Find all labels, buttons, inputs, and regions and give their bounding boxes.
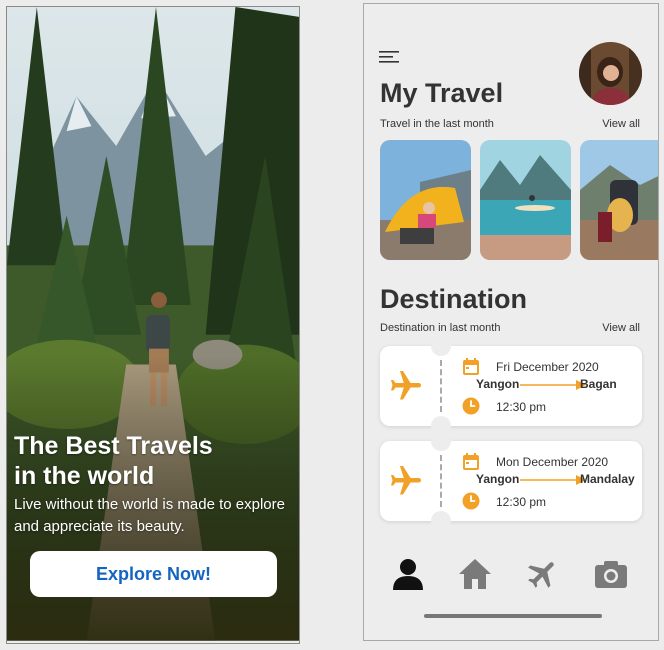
airplane-icon (391, 466, 421, 495)
ticket-date: Fri December 2020 (496, 360, 599, 374)
forest-hiker-background (7, 7, 299, 641)
hero-title: The Best Travels in the world (14, 432, 213, 490)
ticket-to-city: Mandalay (580, 472, 635, 486)
lake-kayak-photo[interactable] (480, 140, 571, 260)
calendar-icon (463, 453, 479, 470)
ticket-from-city: Yangon (476, 377, 520, 391)
home-indicator[interactable] (424, 614, 602, 618)
intro-screen: The Best Travels in the world Live witho… (6, 6, 300, 644)
calendar-icon (463, 358, 479, 375)
hiker-with-dog-photo[interactable] (580, 140, 658, 260)
camera-icon[interactable] (593, 556, 629, 592)
ticket-card[interactable]: Mon December 2020 Yangon Mandalay 12:30 … (380, 431, 642, 531)
menu-icon[interactable] (379, 50, 401, 64)
view-all-destination-link[interactable]: View all (602, 322, 640, 334)
view-all-travel-link[interactable]: View all (602, 118, 640, 130)
ticket-notch (431, 511, 451, 531)
tent-camping-photo[interactable] (380, 140, 471, 260)
airplane-icon (391, 371, 421, 400)
ticket-from-city: Yangon (476, 472, 520, 486)
arrow-right-icon (520, 475, 586, 485)
my-travel-subtitle: Travel in the last month (380, 118, 494, 130)
person-icon[interactable] (390, 556, 426, 592)
ticket-notch (431, 431, 451, 451)
home-icon[interactable] (457, 556, 493, 592)
home-screen: My Travel Travel in the last month View … (363, 3, 659, 641)
ticket-divider (440, 360, 442, 412)
airplane-icon[interactable] (525, 556, 561, 592)
ticket-notch (431, 336, 451, 356)
my-travel-title: My Travel (380, 78, 504, 108)
ticket-divider (440, 455, 442, 507)
destination-subtitle: Destination in last month (380, 322, 501, 334)
destination-title: Destination (380, 284, 528, 314)
explore-now-button[interactable]: Explore Now! (30, 551, 277, 597)
arrow-right-icon (520, 380, 586, 390)
ticket-to-city: Bagan (580, 377, 617, 391)
ticket-time: 12:30 pm (496, 400, 547, 414)
ticket-card[interactable]: Fri December 2020 Yangon Bagan 12:30 pm (380, 336, 642, 436)
avatar[interactable] (579, 42, 642, 105)
ticket-time: 12:30 pm (496, 495, 547, 509)
hero-subtitle: Live without the world is made to explor… (14, 496, 285, 535)
clock-icon (462, 397, 480, 415)
clock-icon (462, 492, 480, 510)
ticket-date: Mon December 2020 (496, 455, 609, 469)
